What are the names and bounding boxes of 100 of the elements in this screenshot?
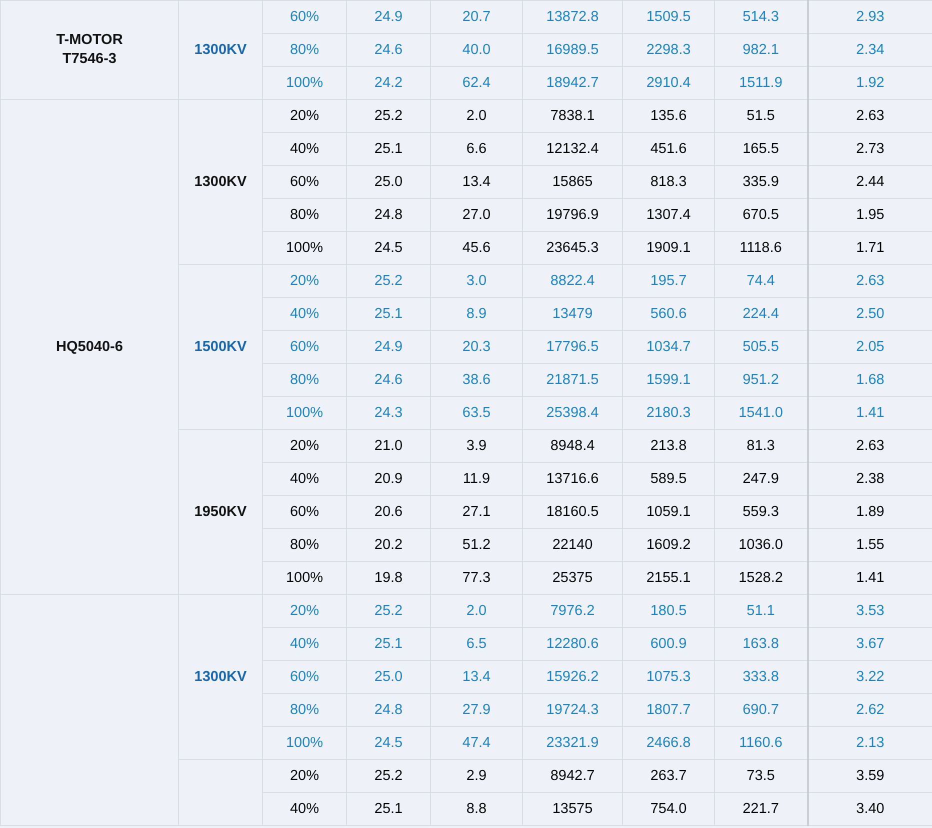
table-cell: 24.8 bbox=[346, 694, 430, 726]
table-cell: 20.7 bbox=[430, 0, 522, 34]
table-cell: 1.41 bbox=[808, 396, 932, 430]
table-cell: 180.5 bbox=[622, 594, 714, 628]
table-cell: 11.9 bbox=[430, 462, 522, 496]
table-cell: 17796.5 bbox=[522, 330, 622, 364]
table-cell: 21.0 bbox=[346, 430, 430, 462]
table-cell: 3.22 bbox=[808, 660, 932, 694]
table-cell: 3.67 bbox=[808, 628, 932, 660]
table-cell: 100% bbox=[262, 562, 346, 594]
table-cell: 2.9 bbox=[430, 760, 522, 792]
table-cell: 2.50 bbox=[808, 298, 932, 330]
table-cell: 13479 bbox=[522, 298, 622, 330]
table-cell: 63.5 bbox=[430, 396, 522, 430]
table-cell: 77.3 bbox=[430, 562, 522, 594]
table-cell: 45.6 bbox=[430, 232, 522, 264]
table-cell: 62.4 bbox=[430, 66, 522, 100]
table-cell: 24.3 bbox=[346, 396, 430, 430]
table-cell: 3.0 bbox=[430, 264, 522, 298]
table-cell: 8948.4 bbox=[522, 430, 622, 462]
table-cell: 27.9 bbox=[430, 694, 522, 726]
table-cell: 195.7 bbox=[622, 264, 714, 298]
table-cell: 3.59 bbox=[808, 760, 932, 792]
table-cell: 514.3 bbox=[714, 0, 808, 34]
table-cell: 100% bbox=[262, 66, 346, 100]
table-cell: 6.5 bbox=[430, 628, 522, 660]
table-cell: 25.2 bbox=[346, 594, 430, 628]
table-cell: 1307.4 bbox=[622, 198, 714, 232]
kv-label: 1500KV bbox=[178, 264, 262, 430]
table-cell: 40% bbox=[262, 462, 346, 496]
table-cell: 24.5 bbox=[346, 232, 430, 264]
table-cell: 18160.5 bbox=[522, 496, 622, 528]
table-cell: 80% bbox=[262, 528, 346, 562]
table-cell: 20.9 bbox=[346, 462, 430, 496]
table-cell: 2298.3 bbox=[622, 34, 714, 66]
table-cell: 40% bbox=[262, 628, 346, 660]
table-cell: 20% bbox=[262, 264, 346, 298]
table-cell: 21871.5 bbox=[522, 364, 622, 396]
table-cell: 27.0 bbox=[430, 198, 522, 232]
table-cell: 2.93 bbox=[808, 0, 932, 34]
kv-label: 1300KV bbox=[178, 0, 262, 100]
table-cell: 24.9 bbox=[346, 0, 430, 34]
table-cell: 25.1 bbox=[346, 298, 430, 330]
table-cell: 60% bbox=[262, 330, 346, 364]
table-cell: 24.2 bbox=[346, 66, 430, 100]
table-cell: 2.44 bbox=[808, 166, 932, 198]
table-cell: 20% bbox=[262, 430, 346, 462]
table-cell: 1.55 bbox=[808, 528, 932, 562]
motor-name: T-MOTOR T7546-3 bbox=[55, 31, 124, 69]
table-cell: 20% bbox=[262, 100, 346, 132]
table-cell: 25375 bbox=[522, 562, 622, 594]
table-cell: 12132.4 bbox=[522, 132, 622, 166]
table-cell: 100% bbox=[262, 232, 346, 264]
table-cell: 27.1 bbox=[430, 496, 522, 528]
table-cell: 16989.5 bbox=[522, 34, 622, 66]
table-cell: 60% bbox=[262, 496, 346, 528]
table-cell: 451.6 bbox=[622, 132, 714, 166]
table-cell: 2.63 bbox=[808, 100, 932, 132]
table-cell: 2.05 bbox=[808, 330, 932, 364]
table-cell: 1.92 bbox=[808, 66, 932, 100]
table-cell: 20.6 bbox=[346, 496, 430, 528]
table-cell: 24.6 bbox=[346, 364, 430, 396]
table-cell: 40% bbox=[262, 792, 346, 826]
table-cell: 1.41 bbox=[808, 562, 932, 594]
table-cell: 1.71 bbox=[808, 232, 932, 264]
table-cell: 25.2 bbox=[346, 100, 430, 132]
table-cell: 20.2 bbox=[346, 528, 430, 562]
table-cell: 589.5 bbox=[622, 462, 714, 496]
table-cell: 560.6 bbox=[622, 298, 714, 330]
table-cell: 18942.7 bbox=[522, 66, 622, 100]
table-cell: 1034.7 bbox=[622, 330, 714, 364]
table-cell: 7838.1 bbox=[522, 100, 622, 132]
table-cell: 600.9 bbox=[622, 628, 714, 660]
table-cell: 15926.2 bbox=[522, 660, 622, 694]
table-cell: 60% bbox=[262, 0, 346, 34]
table-cell: 1807.7 bbox=[622, 694, 714, 726]
table-cell: 19.8 bbox=[346, 562, 430, 594]
table-cell: 1.89 bbox=[808, 496, 932, 528]
table-cell: 7976.2 bbox=[522, 594, 622, 628]
table-cell: 213.8 bbox=[622, 430, 714, 462]
table-cell: 60% bbox=[262, 660, 346, 694]
table-cell: 2.38 bbox=[808, 462, 932, 496]
table-cell: 754.0 bbox=[622, 792, 714, 826]
kv-label: 1950KV bbox=[178, 430, 262, 594]
table-cell: 3.53 bbox=[808, 594, 932, 628]
table-cell: 6.6 bbox=[430, 132, 522, 166]
table-cell: 1909.1 bbox=[622, 232, 714, 264]
table-cell: 25.2 bbox=[346, 760, 430, 792]
table-cell: 1059.1 bbox=[622, 496, 714, 528]
table-cell: 2.73 bbox=[808, 132, 932, 166]
table-cell: 13575 bbox=[522, 792, 622, 826]
table-cell: 13.4 bbox=[430, 166, 522, 198]
table-cell: 15865 bbox=[522, 166, 622, 198]
table-cell: 24.8 bbox=[346, 198, 430, 232]
table-cell: 40.0 bbox=[430, 34, 522, 66]
table-cell: 2.63 bbox=[808, 264, 932, 298]
table-cell: 80% bbox=[262, 364, 346, 396]
table-cell: 19796.9 bbox=[522, 198, 622, 232]
table-cell: 8.9 bbox=[430, 298, 522, 330]
kv-label: 1300KV bbox=[178, 100, 262, 264]
